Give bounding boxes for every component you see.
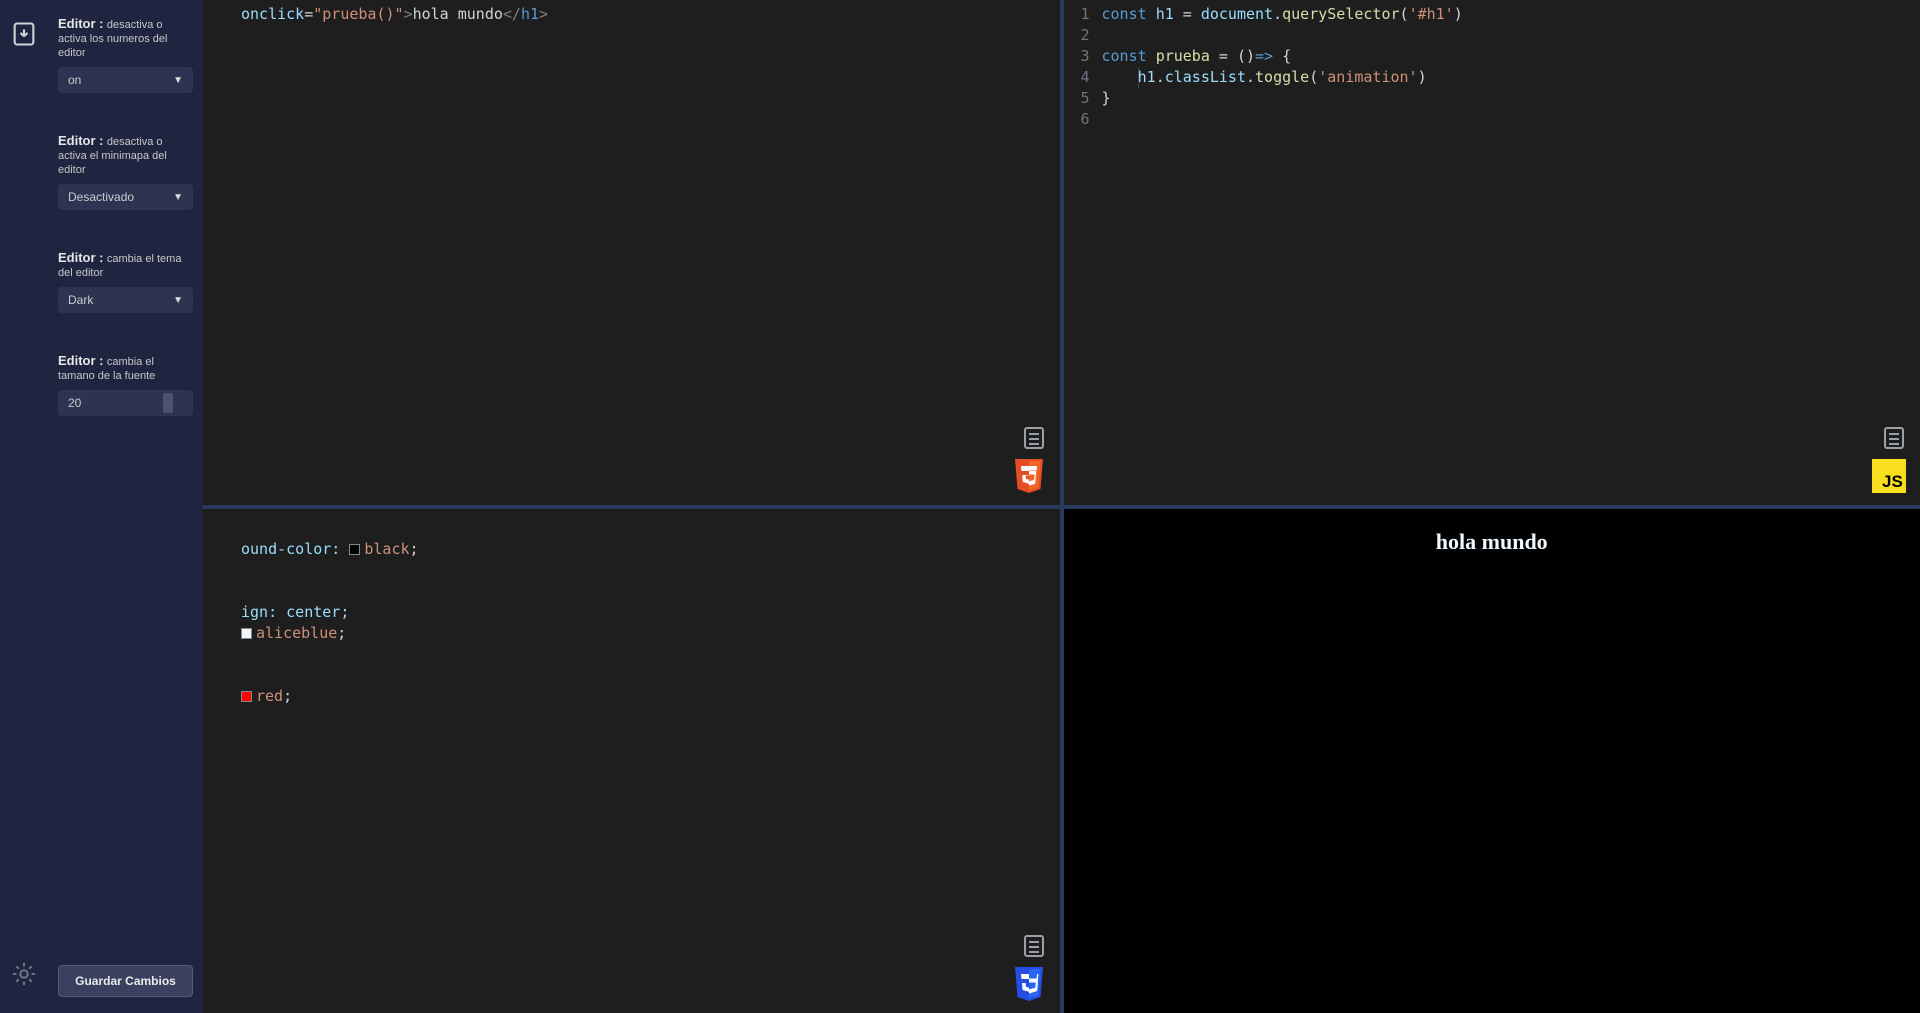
js-icon: JS xyxy=(1872,457,1906,495)
select-theme[interactable]: Dark ▼ xyxy=(58,287,193,313)
code-line: aliceblue; xyxy=(241,623,346,644)
code-line: ign: center; xyxy=(241,602,349,623)
color-swatch-red xyxy=(241,691,252,702)
copy-icon[interactable] xyxy=(1024,935,1044,957)
select-line-numbers[interactable]: on ▼ xyxy=(58,67,193,93)
select-minimap[interactable]: Desactivado ▼ xyxy=(58,184,193,210)
css3-icon xyxy=(1012,965,1046,1003)
setting-theme: Editor : cambia el tema del editor Dark … xyxy=(58,250,193,313)
save-button[interactable]: Guardar Cambios xyxy=(58,965,193,997)
code-line xyxy=(1102,109,1111,130)
setting-label: Editor : desactiva o activa el minimapa … xyxy=(58,133,193,176)
setting-label: Editor : desactiva o activa los numeros … xyxy=(58,16,193,59)
copy-icon[interactable] xyxy=(1884,427,1904,449)
svg-text:JS: JS xyxy=(1882,472,1903,491)
color-swatch-aliceblue xyxy=(241,628,252,639)
editor-grid: onclick="prueba()">hola mundo</h1> 1cons… xyxy=(203,0,1920,1013)
settings-panel: Editor : desactiva o activa los numeros … xyxy=(48,0,203,1013)
chevron-down-icon: ▼ xyxy=(173,295,183,306)
code-line: } xyxy=(1102,88,1111,109)
pane-css[interactable]: ound-color: black; ign: center; aliceblu… xyxy=(203,509,1060,1013)
chevron-down-icon: ▼ xyxy=(173,75,183,86)
download-icon[interactable] xyxy=(10,20,38,53)
setting-line-numbers: Editor : desactiva o activa los numeros … xyxy=(58,16,193,93)
setting-minimap: Editor : desactiva o activa el minimapa … xyxy=(58,133,193,210)
code-line: h1.classList.toggle('animation') xyxy=(1102,67,1427,88)
gear-icon[interactable] xyxy=(10,960,38,993)
html5-icon xyxy=(1012,457,1046,495)
pane-preview[interactable]: hola mundo xyxy=(1064,509,1920,1013)
setting-label: Editor : cambia el tema del editor xyxy=(58,250,193,279)
code-line: onclick="prueba()">hola mundo</h1> xyxy=(241,4,548,25)
input-fontsize[interactable]: 20 xyxy=(58,390,193,416)
activity-bar xyxy=(0,0,48,1013)
pane-js[interactable]: 1const h1 = document.querySelector('#h1'… xyxy=(1064,0,1920,505)
chevron-down-icon: ▼ xyxy=(173,192,183,203)
setting-fontsize: Editor : cambia el tamano de la fuente 2… xyxy=(58,353,193,416)
pane-html[interactable]: onclick="prueba()">hola mundo</h1> xyxy=(203,0,1060,505)
preview-heading[interactable]: hola mundo xyxy=(1064,529,1920,555)
copy-icon[interactable] xyxy=(1024,427,1044,449)
code-line: const prueba = ()=> { xyxy=(1102,46,1292,67)
code-line: red; xyxy=(241,686,292,707)
code-line: const h1 = document.querySelector('#h1') xyxy=(1102,4,1463,25)
drag-handle[interactable] xyxy=(163,393,173,413)
setting-label: Editor : cambia el tamano de la fuente xyxy=(58,353,193,382)
code-line: ound-color: black; xyxy=(241,539,419,560)
color-swatch-black xyxy=(349,544,360,555)
code-line xyxy=(1102,25,1111,46)
